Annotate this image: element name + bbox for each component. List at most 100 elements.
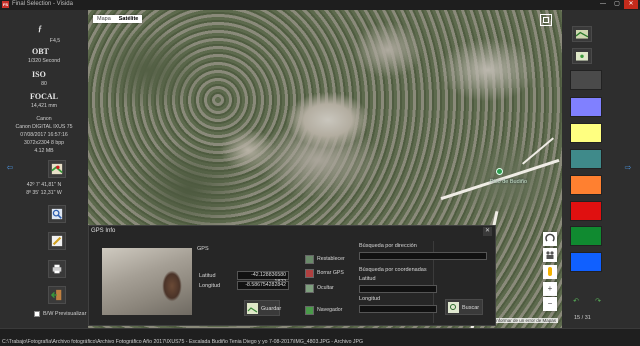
gps-latitude-readout: 42º 7' 41,81" N xyxy=(26,182,62,188)
shutter-value: 1/320 Second xyxy=(27,58,61,64)
photo-counter: 15 / 31 xyxy=(574,315,591,321)
gps-longitude-readout: 8º 35' 12,31" W xyxy=(26,190,62,196)
photosphere-button[interactable] xyxy=(543,248,557,262)
app-icon: FS xyxy=(2,1,9,8)
edit-button[interactable] xyxy=(48,232,66,250)
photo-thumbnail xyxy=(102,248,192,315)
focal-value: 14,421 mm xyxy=(31,103,57,109)
map-type-mapa[interactable]: Mapa xyxy=(93,15,115,23)
map-mode-button-2[interactable] xyxy=(572,48,592,64)
iso-value: 80 xyxy=(41,81,47,87)
close-button[interactable]: ✕ xyxy=(624,0,638,9)
address-search-label: Búsqueda por dirección xyxy=(359,243,417,249)
latitude-field[interactable]: -42.128836580 1822 xyxy=(237,271,289,285)
save-button[interactable]: Guardar xyxy=(244,300,282,316)
hide-icon xyxy=(305,283,314,293)
hide-button[interactable]: Ocultar xyxy=(305,283,334,293)
window-title: Final Selection - Visida xyxy=(12,1,73,7)
map-type-toggle: Mapa Satélite xyxy=(93,15,143,23)
color-tag-blue[interactable] xyxy=(570,97,602,117)
color-tag-red[interactable] xyxy=(570,201,602,221)
coord-latitude-label: Latitud xyxy=(359,276,376,282)
map-location-button[interactable] xyxy=(48,160,66,178)
reset-label: Restablecer xyxy=(317,256,345,262)
map-pin-icon xyxy=(51,163,63,175)
exit-button[interactable] xyxy=(48,286,66,304)
aperture-value: F4,5 xyxy=(49,38,61,44)
previous-photo-icon[interactable]: ⇦ xyxy=(6,164,14,172)
save-label: Guardar xyxy=(261,306,282,312)
color-tag-gray[interactable] xyxy=(570,70,602,90)
delete-icon xyxy=(305,268,314,278)
minimize-button[interactable]: — xyxy=(596,0,610,9)
map-mode-button[interactable] xyxy=(572,26,592,42)
iso-label: ISO xyxy=(32,70,46,79)
reset-icon xyxy=(305,254,314,264)
color-tag-teal[interactable] xyxy=(570,149,602,169)
bw-preview-checkbox[interactable] xyxy=(34,311,40,317)
status-bar: C:\Trabajo\Fotografía\Archivo fotográfic… xyxy=(0,328,640,346)
search-map-icon xyxy=(448,302,459,313)
focal-label: FOCAL xyxy=(30,92,58,101)
address-search-input[interactable] xyxy=(359,252,487,260)
fullscreen-icon[interactable] xyxy=(540,14,552,26)
print-button[interactable] xyxy=(48,260,66,278)
map-type-satelite[interactable]: Satélite xyxy=(115,15,143,23)
photo-filesize: 4.12 MB xyxy=(34,148,54,154)
reset-button[interactable]: Restablecer xyxy=(305,254,345,264)
delete-gps-label: Borrar GPS xyxy=(317,270,344,276)
coord-longitude-label: Longitud xyxy=(359,296,381,302)
exif-panel: ƒ F4,5 OBT 1/320 Second ISO 80 FOCAL 14,… xyxy=(0,10,88,328)
navigator-label: Navegador xyxy=(317,307,343,313)
hide-label: Ocultar xyxy=(317,285,334,291)
rotate-left-icon[interactable]: ↶ xyxy=(572,298,580,306)
window-controls: — ▢ ✕ xyxy=(596,0,638,9)
file-path: C:\Trabajo\Fotografía\Archivo fotográfic… xyxy=(2,339,364,345)
photo-datetime: 07/08/2017 16:57:16 xyxy=(20,132,68,138)
rotate-map-button[interactable] xyxy=(543,232,557,246)
navigator-button[interactable]: Navegador xyxy=(305,305,342,315)
bw-preview-label: B/W Previsualizar xyxy=(43,311,87,317)
photo-resolution: 3072x2304 8 bpp xyxy=(23,140,65,146)
coord-longitude-input[interactable] xyxy=(359,305,437,313)
navigator-icon xyxy=(305,305,314,315)
maximize-button[interactable]: ▢ xyxy=(610,0,624,9)
search-button[interactable]: Buscar xyxy=(445,299,483,315)
search-label: Buscar xyxy=(462,305,480,311)
place-pin-icon[interactable] xyxy=(496,168,503,175)
coord-latitude-input[interactable] xyxy=(359,285,437,293)
zoom-in-button[interactable]: + xyxy=(543,282,557,296)
rotate-icon xyxy=(545,233,555,242)
save-icon xyxy=(247,303,258,314)
magnifier-icon xyxy=(51,208,63,220)
gps-info-panel: GPS Info ✕ GPS Latitud -42.128836580 182… xyxy=(88,225,496,326)
obt-label: OBT xyxy=(32,47,49,56)
printer-icon xyxy=(52,264,62,274)
people-icon xyxy=(546,251,554,259)
coord-search-label: Búsqueda por coordenadas xyxy=(359,267,427,273)
gps-close-button[interactable]: ✕ xyxy=(483,227,492,236)
camera-make: Canon xyxy=(36,116,52,122)
color-tag-orange[interactable] xyxy=(570,175,602,195)
right-panel: ↶ ↷ 15 / 31 ⇨ xyxy=(562,10,640,328)
delete-gps-button[interactable]: Borrar GPS xyxy=(305,268,344,278)
aperture-icon: ƒ xyxy=(38,24,42,33)
color-tag-yellow[interactable] xyxy=(570,123,602,143)
gps-section-label: GPS xyxy=(197,246,209,252)
map-pin-icon xyxy=(576,52,588,61)
map-icon xyxy=(576,30,588,39)
pencil-icon xyxy=(51,235,63,247)
map-report-link[interactable]: Informar de un error de Mapas xyxy=(493,318,559,323)
color-tag-dark-blue[interactable] xyxy=(570,252,602,272)
next-photo-icon[interactable]: ⇨ xyxy=(624,164,632,172)
camera-model: Canon DIGITAL IXUS 75 xyxy=(15,124,73,130)
rotate-right-icon[interactable]: ↷ xyxy=(594,298,602,306)
pegman-icon[interactable] xyxy=(543,265,557,279)
gps-info-title: GPS Info xyxy=(91,228,116,234)
latitude-label: Latitud xyxy=(199,273,216,279)
zoom-view-button[interactable] xyxy=(48,205,66,223)
longitude-field[interactable]: -8.586754282842 xyxy=(237,281,289,290)
zoom-out-button[interactable]: − xyxy=(543,297,557,311)
longitude-label: Longitud xyxy=(199,283,221,289)
color-tag-green[interactable] xyxy=(570,226,602,246)
